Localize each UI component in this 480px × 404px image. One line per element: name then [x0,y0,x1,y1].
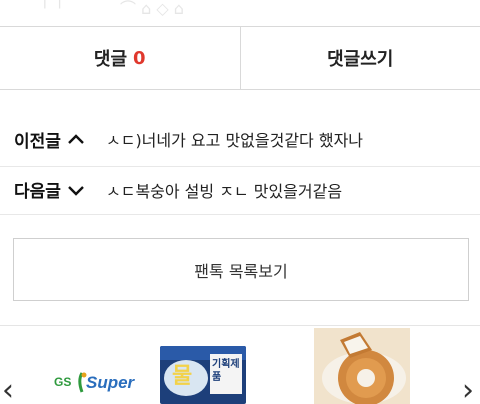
product-label-text: 기획제품 [212,359,240,383]
donut-product-image[interactable] [314,328,410,404]
prev-post-title: ㅅㄷ)너네가 요고 맛없을것같다 했자나 [106,131,364,150]
next-post-link[interactable]: 다음글 ㅅㄷ복숭아 설빙 ㅈㄴ 맛있을거같음 [0,166,480,212]
comment-count-button[interactable]: 댓글 0 [0,27,240,89]
prev-post-link[interactable]: 이전글 ㅅㄷ)너네가 요고 맛없을것같다 했자나 [0,116,480,162]
product-title-text: 물 [172,364,193,389]
chevron-right-icon[interactable]: › [462,376,474,404]
chevron-down-icon [68,185,84,196]
divider [0,214,480,215]
write-comment-label: 댓글쓰기 [327,49,394,70]
decoration-icon: ╵ ╵ [40,0,65,18]
gs-logo-text: GS [54,375,72,389]
prev-post-label: 이전글 [14,131,61,152]
section-gap [0,91,480,109]
next-post-label-group: 다음글 [0,177,106,202]
next-post-title: ㅅㄷ복숭아 설빙 ㅈㄴ 맛있을거같음 [106,181,343,201]
top-decoration-strip: ╵ ╵ ⌒ ⌂ ◇ ⌂ [0,0,480,26]
noodle-product-image[interactable]: 물 기획제품 [160,346,246,404]
prev-post-label-group: 이전글 [0,127,106,152]
comment-bar: 댓글 0 댓글쓰기 [0,26,480,90]
ad-carousel: ‹ GS Super 물 기획제품 › [0,326,480,404]
write-comment-button[interactable]: 댓글쓰기 [239,27,480,89]
comment-label: 댓글 [93,49,128,70]
donut-graphic [314,328,410,404]
chevron-left-icon[interactable]: ‹ [2,376,14,404]
fantalk-list-button[interactable]: 팬톡 목록보기 [13,238,469,301]
fantalk-list-label: 팬톡 목록보기 [194,261,288,281]
decoration-icon: ⌒ ⌂ ◇ ⌂ [120,0,184,18]
gs-super-logo[interactable]: GS Super [52,370,135,396]
comment-count: 0 [133,47,146,69]
chevron-up-icon [68,134,84,144]
super-logo-text: Super [86,373,135,392]
next-post-label: 다음글 [14,182,61,202]
